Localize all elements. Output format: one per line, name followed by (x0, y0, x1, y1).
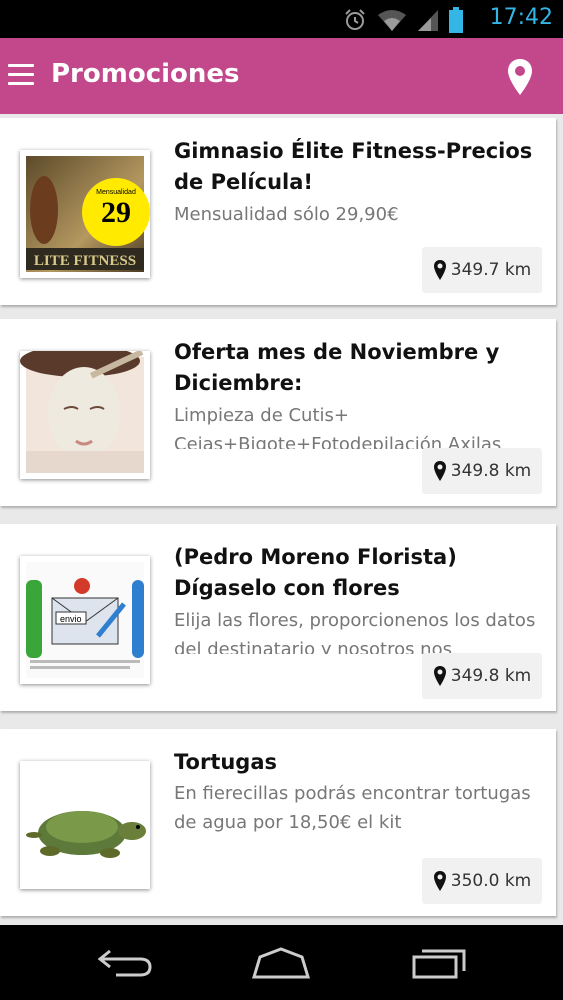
location-pin-icon (433, 461, 446, 481)
menu-icon[interactable] (8, 64, 34, 86)
svg-text:envio: envio (60, 614, 82, 624)
svg-text:LITE FITNESS: LITE FITNESS (34, 253, 136, 269)
status-bar: 17:42 (0, 0, 563, 38)
promotion-description: Elija las flores, proporcionenos los dat… (174, 610, 536, 654)
promotion-description: Limpieza de Cutis+ Cejas+Bigote+Fotodepi… (174, 405, 502, 449)
system-nav-bar (0, 925, 563, 1000)
location-pin-icon (433, 260, 446, 280)
gym-promo-image: 29 Mensualidad LITE FITNESS (20, 150, 150, 278)
alarm-icon (345, 9, 365, 30)
svg-text:29: 29 (101, 196, 131, 229)
location-pin-icon (433, 871, 446, 891)
promotion-title: Tortugas (174, 750, 278, 774)
turtle-image (20, 761, 150, 889)
distance-badge: 350.0 km (422, 858, 542, 904)
wifi-icon (378, 10, 406, 31)
recent-apps-icon[interactable] (410, 945, 468, 979)
promotion-card[interactable]: envio (Pedro Moreno Florista) Dígaselo c… (0, 524, 556, 711)
promotion-title: Oferta mes de Noviembre y Diciembre: (174, 340, 500, 395)
location-pin-icon (433, 666, 446, 686)
promotion-title: Gimnasio Élite Fitness-Precios de Pelícu… (174, 139, 533, 194)
status-time: 17:42 (489, 5, 553, 30)
status-icons (343, 7, 463, 33)
distance-text: 350.0 km (450, 871, 532, 891)
distance-badge: 349.7 km (422, 247, 542, 293)
distance-badge: 349.8 km (422, 653, 542, 699)
svg-text:Mensualidad: Mensualidad (96, 189, 136, 196)
flower-delivery-image: envio (20, 556, 150, 684)
distance-text: 349.8 km (450, 666, 532, 686)
promotion-description: Mensualidad sólo 29,90€ (174, 204, 399, 225)
distance-text: 349.7 km (450, 260, 532, 280)
distance-badge: 349.8 km (422, 448, 542, 494)
distance-text: 349.8 km (450, 461, 532, 481)
promotion-title: (Pedro Moreno Florista) Dígaselo con flo… (174, 545, 457, 600)
app-bar: Promociones (0, 38, 563, 114)
page-title: Promociones (51, 59, 240, 89)
promotion-card[interactable]: Oferta mes de Noviembre y Diciembre: Lim… (0, 319, 556, 506)
back-icon[interactable] (96, 945, 154, 979)
promotion-description: En fierecillas podrás encontrar tortugas… (174, 783, 531, 833)
home-icon[interactable] (250, 945, 312, 979)
promotion-card[interactable]: Tortugas En fierecillas podrás encontrar… (0, 729, 556, 916)
battery-icon (449, 7, 463, 33)
signal-icon (418, 10, 438, 31)
facial-treatment-image (20, 351, 150, 479)
location-pin-icon[interactable] (507, 58, 533, 96)
promotion-card[interactable]: 29 Mensualidad LITE FITNESS Gimnasio Éli… (0, 118, 556, 305)
